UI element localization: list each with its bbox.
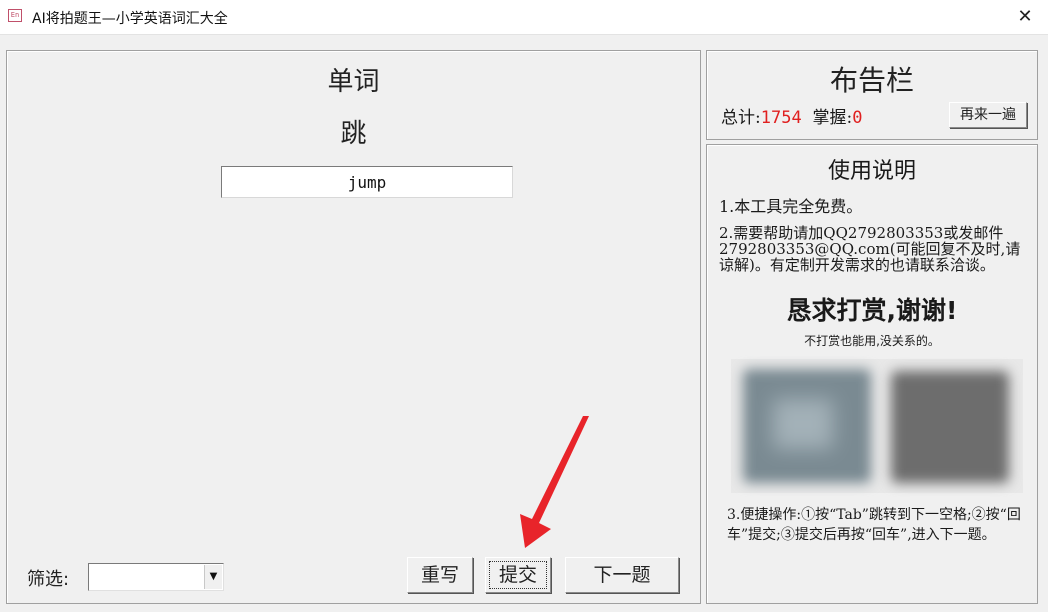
answer-input[interactable] xyxy=(221,166,513,198)
qr-code-image xyxy=(891,371,1009,483)
focus-ring xyxy=(489,561,547,589)
qr-code-image xyxy=(743,369,871,483)
total-count: 1754 xyxy=(760,108,802,128)
total-label: 总计: xyxy=(721,108,761,128)
word-meaning: 跳 xyxy=(340,119,367,149)
stats-line: 总计:1754 掌握:0 xyxy=(721,103,862,128)
close-icon[interactable]: ✕ xyxy=(1002,0,1048,34)
quiz-panel: 单词 跳 筛选: ▼ 重写 提交 下一题 xyxy=(6,50,701,604)
help-title: 使用说明 xyxy=(827,159,916,184)
word-heading: 单词 xyxy=(327,67,380,97)
donate-title: 恳求打赏,谢谢! xyxy=(786,296,958,325)
qr-codes-area xyxy=(731,359,1023,493)
mastered-label: 掌握: xyxy=(812,108,853,128)
chevron-down-icon[interactable]: ▼ xyxy=(204,565,222,589)
donate-subtitle: 不打赏也能用,没关系的。 xyxy=(804,334,940,348)
help-panel: 使用说明 1.本工具完全免费。 2.需要帮助请加QQ2792803353或发邮件… xyxy=(706,144,1038,604)
restart-button[interactable]: 再来一遍 xyxy=(949,102,1027,128)
help-line-shortcuts: 3.便捷操作:①按“Tab”跳转到下一空格;②按“回车”提交;③提交后再按“回车… xyxy=(727,507,1021,543)
help-line-contact: 2.需要帮助请加QQ2792803353或发邮件2792803353@QQ.co… xyxy=(719,224,1021,274)
filter-select[interactable]: ▼ xyxy=(88,563,224,591)
help-line-free: 1.本工具完全免费。 xyxy=(719,197,863,216)
mastered-count: 0 xyxy=(852,108,863,128)
next-question-button[interactable]: 下一题 xyxy=(565,557,679,593)
bulletin-board-panel: 布告栏 总计:1754 掌握:0 再来一遍 xyxy=(706,50,1038,140)
rewrite-button[interactable]: 重写 xyxy=(407,557,473,593)
app-icon: En xyxy=(8,9,22,22)
window-title: AI将拍题王—小学英语词汇大全 xyxy=(32,11,228,27)
submit-button[interactable]: 提交 xyxy=(485,557,551,593)
filter-label: 筛选: xyxy=(27,569,70,590)
board-title: 布告栏 xyxy=(829,64,914,97)
title-bar: En AI将拍题王—小学英语词汇大全 ✕ xyxy=(0,0,1048,35)
